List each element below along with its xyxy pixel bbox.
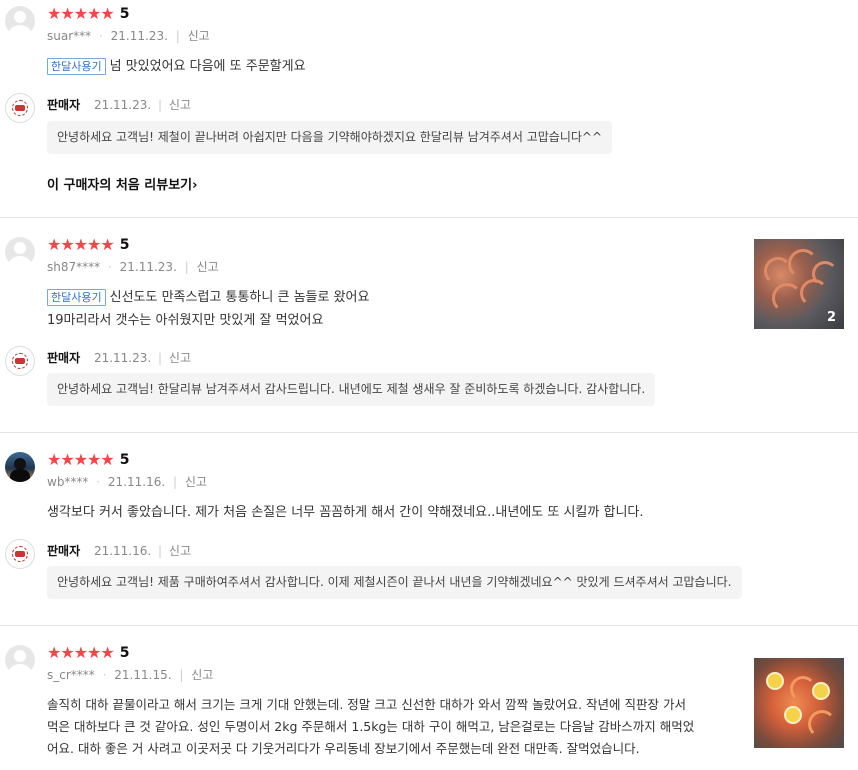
review-meta: s_cr**** · 21.11.15. | 신고 [47,668,214,682]
reviewer-id: sh87**** [47,260,101,274]
seller-reply-date: 21.11.23. [93,98,152,112]
review-line: 먹은 대하보다 큰 것 같아요. 성인 두명이서 2kg 주문해서 1.5kg는… [47,719,695,734]
review-line: 어요. 대하 좋은 거 사려고 이곳저곳 다 기웃거리다가 우리동네 장보기에서… [47,741,640,756]
star-icon: ★★★★★ [47,450,115,469]
review-line: 넘 맛있었어요 다음에 또 주문할게요 [109,59,306,74]
seller-report-button[interactable]: 신고 [169,351,191,365]
seller-reply: 안녕하세요 고객님! 한달리뷰 남겨주셔서 감사드립니다. 내년에도 제철 생새… [47,373,656,406]
star-icon: ★★★★★ [47,643,115,662]
review-photo[interactable] [754,658,844,748]
seller-report-button[interactable]: 신고 [169,544,191,558]
review-date: 21.11.23. [110,29,168,43]
seller-avatar-icon [5,539,35,569]
seller-reply: 안녕하세요 고객님! 제철이 끝나버려 아쉽지만 다음을 기약해야하겠지요 한달… [47,121,613,154]
rating-stars: ★★★★★ 5 [47,643,130,662]
user-avatar-icon [5,452,35,482]
review-date: 21.11.15. [114,668,172,682]
report-button[interactable]: 신고 [185,475,207,489]
user-avatar-icon [5,645,35,675]
photo-count: 2 [826,310,836,325]
review-text: 한달사용기 신선도도 만족스럽고 통통하니 큰 놈들로 왔어요 19마리라서 갯수… [47,286,369,332]
divider [0,217,858,218]
seller-reply-date: 21.11.16. [93,544,152,558]
seller-avatar-icon [5,93,35,123]
first-review-link[interactable]: 이 구매자의 처음 리뷰보기› [47,174,198,193]
seller-avatar-icon [5,346,35,376]
month-use-tag: 한달사용기 [47,289,106,306]
seller-name: 판매자 [47,98,81,112]
report-button[interactable]: 신고 [188,29,210,43]
review-line: 솔직히 대하 끝물이라고 해서 크기는 크게 기대 안했는데. 정말 크고 신선… [47,697,686,712]
rating-score: 5 [119,645,130,661]
review-text: 솔직히 대하 끝물이라고 해서 크기는 크게 기대 안했는데. 정말 크고 신선… [47,694,694,760]
review-line: 19마리라서 갯수는 아쉬웠지만 맛있게 잘 먹었어요 [47,313,324,328]
rating-stars: ★★★★★ 5 [47,450,130,469]
user-avatar-icon [5,6,35,36]
rating-stars: ★★★★★ 5 [47,235,130,254]
user-avatar-icon [5,237,35,267]
report-button[interactable]: 신고 [191,668,213,682]
review-date: 21.11.23. [119,260,177,274]
rating-score: 5 [119,6,130,22]
reviewer-id: s_cr**** [47,668,95,682]
rating-score: 5 [119,237,130,253]
rating-stars: ★★★★★ 5 [47,4,130,23]
review-meta: suar*** · 21.11.23. | 신고 [47,29,210,43]
divider [0,625,858,626]
reviewer-id: wb**** [47,475,89,489]
review-text: 생각보다 커서 좋았습니다. 제가 처음 손질은 너무 꼼꼼하게 해서 간이 약… [47,501,644,524]
seller-meta: 판매자 21.11.16. | 신고 [47,544,192,558]
report-button[interactable]: 신고 [197,260,219,274]
star-icon: ★★★★★ [47,4,115,23]
seller-name: 판매자 [47,544,81,558]
star-icon: ★★★★★ [47,235,115,254]
review-date: 21.11.16. [107,475,166,489]
divider [0,432,858,433]
chevron-right-icon: › [192,178,198,193]
reviewer-id: suar*** [47,29,92,43]
seller-reply: 안녕하세요 고객님! 제품 구매하여주셔서 감사합니다. 이제 제철시즌이 끝나… [47,566,742,599]
rating-score: 5 [119,452,130,468]
month-use-tag: 한달사용기 [47,58,106,75]
seller-report-button[interactable]: 신고 [169,98,191,112]
review-text: 한달사용기 넘 맛있었어요 다음에 또 주문할게요 [47,55,306,78]
review-meta: wb**** · 21.11.16. | 신고 [47,475,207,489]
seller-reply-date: 21.11.23. [93,351,152,365]
review-line: 생각보다 커서 좋았습니다. 제가 처음 손질은 너무 꼼꼼하게 해서 간이 약… [47,505,644,520]
seller-meta: 판매자 21.11.23. | 신고 [47,351,192,365]
review-meta: sh87**** · 21.11.23. | 신고 [47,260,219,274]
seller-meta: 판매자 21.11.23. | 신고 [47,98,192,112]
seller-name: 판매자 [47,351,81,365]
review-photo[interactable]: 2 [754,239,844,329]
review-line: 신선도도 만족스럽고 통통하니 큰 놈들로 왔어요 [109,290,370,305]
